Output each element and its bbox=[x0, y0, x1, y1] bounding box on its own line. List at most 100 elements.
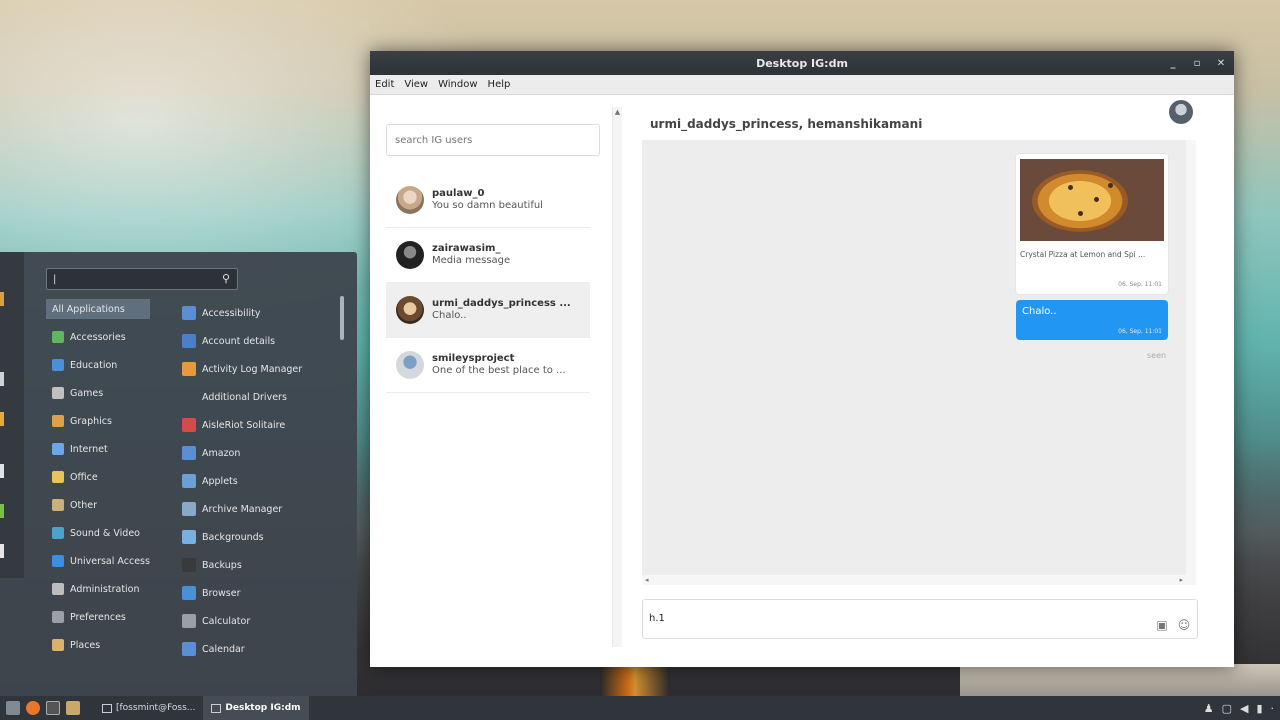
category-icon bbox=[52, 611, 64, 623]
app-item[interactable]: Calendar bbox=[182, 635, 332, 663]
window-titlebar[interactable]: Desktop IG:dm _ ▫ ✕ bbox=[370, 51, 1234, 75]
media-message-card[interactable]: Crystal Pizza at Lemon and Spi ... 06, S… bbox=[1016, 154, 1168, 294]
task-desktop-ig[interactable]: Desktop IG:dm bbox=[203, 696, 309, 720]
category-internet[interactable]: Internet bbox=[46, 435, 150, 463]
menu-launcher-icon[interactable] bbox=[6, 701, 20, 715]
thread-sidebar: paulaw_0 You so damn beautiful zairawasi… bbox=[380, 107, 622, 647]
emoji-icon[interactable]: ☺ bbox=[1177, 618, 1191, 632]
seen-indicator: seen bbox=[1147, 351, 1167, 360]
app-item[interactable]: AisleRiot Solitaire bbox=[182, 411, 332, 439]
thread-name: urmi_daddys_princess ... bbox=[432, 298, 571, 309]
chat-horizontal-scrollbar[interactable]: ◂ ▸ bbox=[642, 575, 1186, 585]
files-icon[interactable] bbox=[66, 701, 80, 715]
maximize-icon[interactable]: ▫ bbox=[1192, 58, 1202, 69]
thread-preview: One of the best place to ... bbox=[432, 365, 566, 376]
app-item[interactable]: Backups bbox=[182, 551, 332, 579]
search-users-input[interactable] bbox=[386, 124, 600, 156]
thread-item[interactable]: smileysproject One of the best place to … bbox=[386, 338, 590, 393]
task-terminal[interactable]: [fossmint@Foss... bbox=[94, 696, 203, 720]
clock-icon[interactable]: · bbox=[1271, 702, 1275, 715]
app-label: Archive Manager bbox=[202, 503, 283, 515]
app-item[interactable]: Archive Manager bbox=[182, 495, 332, 523]
terminal-window-icon bbox=[102, 703, 112, 713]
user-icon[interactable]: ♟ bbox=[1204, 702, 1214, 715]
profile-avatar-icon[interactable] bbox=[1169, 100, 1193, 124]
pizza-topping bbox=[1108, 183, 1113, 188]
category-accessories[interactable]: Accessories bbox=[46, 323, 150, 351]
thread-preview: Media message bbox=[432, 255, 511, 266]
menu-search-input[interactable] bbox=[46, 268, 238, 290]
app-item[interactable]: Applets bbox=[182, 467, 332, 495]
menu-window[interactable]: Window bbox=[437, 79, 478, 90]
pizza-topping bbox=[1094, 197, 1099, 202]
category-sound-video[interactable]: Sound & Video bbox=[46, 519, 150, 547]
scroll-left-icon[interactable]: ◂ bbox=[645, 575, 649, 585]
category-all-applications[interactable]: All Applications bbox=[46, 299, 150, 319]
app-item[interactable]: Additional Drivers bbox=[182, 383, 332, 411]
category-preferences[interactable]: Preferences bbox=[46, 603, 150, 631]
category-places[interactable]: Places bbox=[46, 631, 150, 659]
thread-name: paulaw_0 bbox=[432, 188, 485, 199]
menu-scrollbar[interactable] bbox=[340, 296, 344, 340]
app-item[interactable]: Browser bbox=[182, 579, 332, 607]
category-label: Universal Access bbox=[70, 555, 150, 567]
category-education[interactable]: Education bbox=[46, 351, 150, 379]
volume-icon[interactable]: ◀ bbox=[1240, 702, 1248, 715]
chat-title: urmi_daddys_princess, hemanshikamani bbox=[650, 117, 923, 131]
chat-vertical-scrollbar[interactable] bbox=[1186, 140, 1196, 585]
app-item[interactable]: Activity Log Manager bbox=[182, 355, 332, 383]
message-text: Chalo.. bbox=[1022, 306, 1057, 317]
scroll-up-icon[interactable]: ▲ bbox=[613, 107, 622, 117]
category-label: Sound & Video bbox=[70, 527, 140, 539]
close-icon[interactable]: ✕ bbox=[1216, 58, 1226, 69]
app-icon bbox=[182, 586, 196, 600]
app-label: Account details bbox=[202, 335, 276, 347]
app-item[interactable]: Calculator bbox=[182, 607, 332, 635]
favorite-app-icon[interactable] bbox=[0, 372, 4, 386]
category-administration[interactable]: Administration bbox=[46, 575, 150, 603]
thread-preview: Chalo.. bbox=[432, 310, 467, 321]
favorite-app-icon[interactable] bbox=[0, 544, 4, 558]
favorite-app-icon[interactable] bbox=[0, 412, 4, 426]
menu-view[interactable]: View bbox=[403, 79, 429, 90]
favorite-app-icon[interactable] bbox=[0, 292, 4, 306]
thread-item[interactable]: zairawasim_ Media message bbox=[386, 228, 590, 283]
sent-message-bubble: Chalo.. 06, Sep, 11:01 bbox=[1016, 300, 1168, 340]
scroll-right-icon[interactable]: ▸ bbox=[1179, 575, 1183, 585]
app-item[interactable]: Backgrounds bbox=[182, 523, 332, 551]
category-label: Office bbox=[70, 471, 98, 483]
category-icon bbox=[52, 639, 64, 651]
app-icon bbox=[182, 362, 196, 376]
firefox-icon[interactable] bbox=[26, 701, 40, 715]
user-avatar-icon bbox=[396, 351, 424, 379]
app-item[interactable]: Amazon bbox=[182, 439, 332, 467]
favorite-app-icon[interactable] bbox=[0, 464, 4, 478]
category-other[interactable]: Other bbox=[46, 491, 150, 519]
thread-item[interactable]: paulaw_0 You so damn beautiful bbox=[386, 173, 590, 228]
category-icon bbox=[52, 527, 64, 539]
app-item[interactable]: Account details bbox=[182, 327, 332, 355]
menu-help[interactable]: Help bbox=[487, 79, 512, 90]
category-office[interactable]: Office bbox=[46, 463, 150, 491]
message-input[interactable] bbox=[649, 608, 1129, 628]
battery-icon[interactable]: ▮ bbox=[1256, 702, 1262, 715]
pizza-topping bbox=[1068, 185, 1073, 190]
app-icon bbox=[182, 530, 196, 544]
category-label: Accessories bbox=[70, 331, 126, 343]
category-games[interactable]: Games bbox=[46, 379, 150, 407]
app-item[interactable]: Accessibility bbox=[182, 299, 332, 327]
pizza-photo[interactable] bbox=[1020, 159, 1164, 241]
user-avatar-icon bbox=[396, 296, 424, 324]
category-universal-access[interactable]: Universal Access bbox=[46, 547, 150, 575]
minimize-icon[interactable]: _ bbox=[1168, 58, 1178, 69]
terminal-icon[interactable] bbox=[46, 701, 60, 715]
menu-edit[interactable]: Edit bbox=[374, 79, 395, 90]
attach-image-icon[interactable]: ▣ bbox=[1155, 618, 1169, 632]
thread-item-active[interactable]: urmi_daddys_princess ... Chalo.. bbox=[386, 283, 590, 338]
wallpaper-road-surface bbox=[960, 664, 1280, 696]
category-graphics[interactable]: Graphics bbox=[46, 407, 150, 435]
sidebar-scrollbar[interactable]: ▲ bbox=[612, 107, 622, 647]
category-icon bbox=[52, 415, 64, 427]
window-list-icon[interactable]: ▢ bbox=[1222, 702, 1232, 715]
favorite-app-icon[interactable] bbox=[0, 504, 4, 518]
